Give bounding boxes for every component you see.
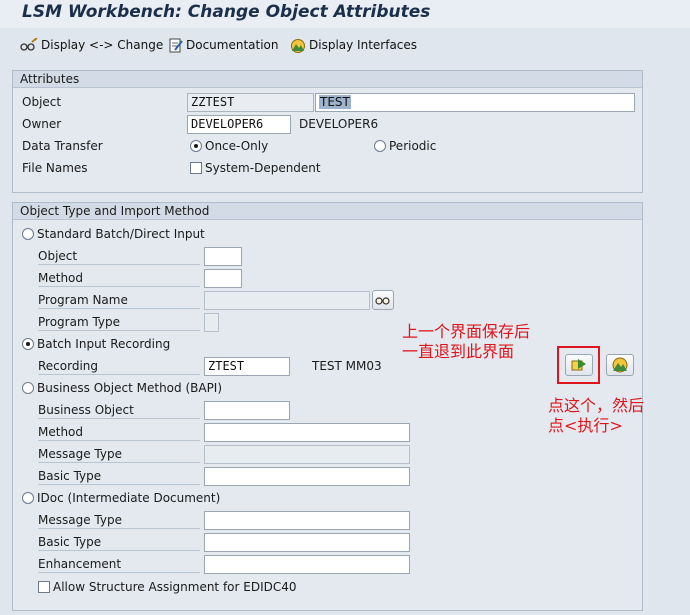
bapi-basic-type-field[interactable] — [204, 467, 410, 486]
program-type-field[interactable] — [204, 313, 219, 332]
object-label: Object — [22, 95, 62, 109]
object-field[interactable]: ZZTEST — [187, 93, 314, 112]
display-change-label: Display <-> Change — [41, 38, 164, 52]
program-name-label: Program Name — [38, 291, 200, 309]
display-interfaces-button[interactable]: Display Interfaces — [290, 36, 417, 54]
bapi-message-type-field[interactable] — [204, 445, 410, 464]
annotation-note-2-line-1: 点这个，然后 — [548, 396, 645, 415]
bapi-radio[interactable] — [22, 382, 34, 394]
batch-input-recording-label[interactable]: Batch Input Recording — [37, 335, 170, 353]
display-change-button[interactable]: Display <-> Change — [20, 36, 163, 54]
allow-structure-checkbox[interactable] — [38, 581, 50, 593]
idoc-message-type-field[interactable] — [204, 511, 410, 530]
import-method-header: Object Type and Import Method — [13, 203, 642, 220]
system-dependent-checkbox[interactable] — [190, 162, 202, 174]
attributes-header: Attributes — [13, 71, 642, 88]
application-toolbar: Display <-> Change Documentation Display… — [0, 30, 690, 60]
annotation-highlight-box — [557, 346, 600, 384]
bapi-method-label: Method — [38, 423, 200, 441]
business-object-label: Business Object — [38, 401, 200, 419]
object-description-field[interactable]: TEST — [315, 93, 635, 112]
periodic-radio[interactable] — [374, 140, 386, 152]
annotation-note-1: 上一个界面保存后 一直退到此界面 — [402, 322, 530, 362]
glasses-pencil-icon — [20, 38, 38, 51]
recording-display-button[interactable] — [606, 354, 634, 376]
owner-name-text: DEVELOPER6 — [299, 117, 379, 131]
bapi-message-type-label: Message Type — [38, 445, 200, 463]
owner-field[interactable]: DEVELOPER6 — [187, 115, 291, 134]
program-name-field[interactable] — [204, 291, 370, 310]
batch-input-recording-radio[interactable] — [22, 338, 34, 350]
annotation-note-1-line-1: 上一个界面保存后 — [402, 322, 531, 341]
title-bar: LSM Workbench: Change Object Attributes — [0, 0, 690, 28]
documentation-button[interactable]: Documentation — [169, 36, 279, 54]
program-type-label: Program Type — [38, 313, 200, 331]
idoc-basic-type-field[interactable] — [204, 533, 410, 552]
idoc-radio[interactable] — [22, 492, 34, 504]
bapi-method-field[interactable] — [204, 423, 410, 442]
recording-field[interactable]: ZTEST — [204, 357, 290, 376]
business-object-field[interactable] — [204, 401, 290, 420]
sb-object-label: Object — [38, 247, 200, 265]
idoc-label[interactable]: IDoc (Intermediate Document) — [37, 489, 220, 507]
once-only-radio[interactable] — [190, 140, 202, 152]
documentation-label: Documentation — [186, 38, 279, 52]
sb-method-field[interactable] — [204, 269, 242, 288]
object-description-text: TEST — [319, 95, 351, 109]
display-interfaces-label: Display Interfaces — [309, 38, 418, 52]
enhancement-field[interactable] — [204, 555, 410, 574]
standard-batch-label[interactable]: Standard Batch/Direct Input — [37, 225, 205, 243]
mountain-display-icon — [612, 357, 628, 373]
file-names-label: File Names — [22, 161, 88, 175]
mountain-interface-icon — [291, 38, 305, 53]
annotation-note-1-line-2: 一直退到此界面 — [402, 342, 515, 361]
document-pencil-icon — [169, 38, 183, 52]
owner-label: Owner — [22, 117, 62, 131]
data-transfer-label: Data Transfer — [22, 139, 103, 153]
bapi-label[interactable]: Business Object Method (BAPI) — [37, 379, 222, 397]
standard-batch-radio[interactable] — [22, 228, 34, 240]
window-title: LSM Workbench: Change Object Attributes — [22, 2, 431, 22]
sb-method-label: Method — [38, 269, 200, 287]
periodic-label[interactable]: Periodic — [389, 137, 436, 155]
system-dependent-label[interactable]: System-Dependent — [205, 159, 321, 177]
allow-structure-label[interactable]: Allow Structure Assignment for EDIDC40 — [53, 578, 297, 596]
enhancement-label: Enhancement — [38, 555, 200, 573]
once-only-label[interactable]: Once-Only — [205, 137, 268, 155]
annotation-note-2-line-2: 点<执行> — [548, 416, 623, 435]
recording-label: Recording — [38, 357, 200, 375]
idoc-basic-type-label: Basic Type — [38, 533, 200, 551]
program-name-action-button[interactable] — [372, 290, 394, 310]
annotation-note-2: 点这个，然后 点<执行> — [548, 396, 644, 436]
glasses-icon — [375, 297, 390, 305]
sb-object-field[interactable] — [204, 247, 242, 266]
bapi-basic-type-label: Basic Type — [38, 467, 200, 485]
recording-description: TEST MM03 — [312, 359, 382, 373]
idoc-message-type-label: Message Type — [38, 511, 200, 529]
